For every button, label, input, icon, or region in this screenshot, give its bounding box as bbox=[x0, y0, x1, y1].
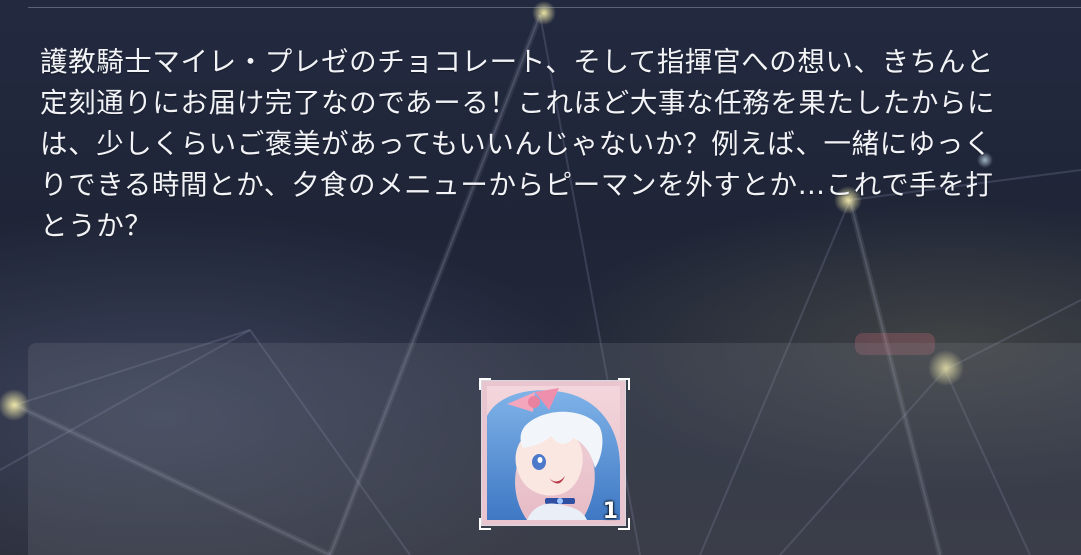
message-line-1: 護教騎士マイレ・プレゼのチョコレート、そして指揮官への想い、きちんと bbox=[40, 46, 995, 78]
character-portrait-icon bbox=[487, 386, 620, 520]
message-line-2: 定刻通りにお届け完了なのであーる！これほど大事な任務を果たしたからに bbox=[40, 87, 996, 119]
reward-item-card[interactable]: 1 bbox=[479, 378, 630, 530]
frame-corner-bottom-left bbox=[479, 518, 491, 530]
frame-corner-top-right bbox=[618, 378, 630, 390]
message-line-5: とうか？ bbox=[40, 210, 153, 242]
frame-corner-bottom-right bbox=[618, 518, 630, 530]
message-line-4: りできる時間とか、夕食のメニューからピーマンを外すとか…これで手を打 bbox=[40, 169, 994, 201]
dialogue-message: 護教騎士マイレ・プレゼのチョコレート、そして指揮官への想い、きちんと 定刻通りに… bbox=[40, 42, 1065, 247]
top-divider bbox=[28, 0, 1081, 8]
reward-item-count: 1 bbox=[602, 499, 618, 524]
message-line-3: は、少しくらいご褒美があってもいいんじゃないか？例えば、一緒にゆっく bbox=[40, 128, 993, 160]
frame-corner-top-left bbox=[479, 378, 491, 390]
